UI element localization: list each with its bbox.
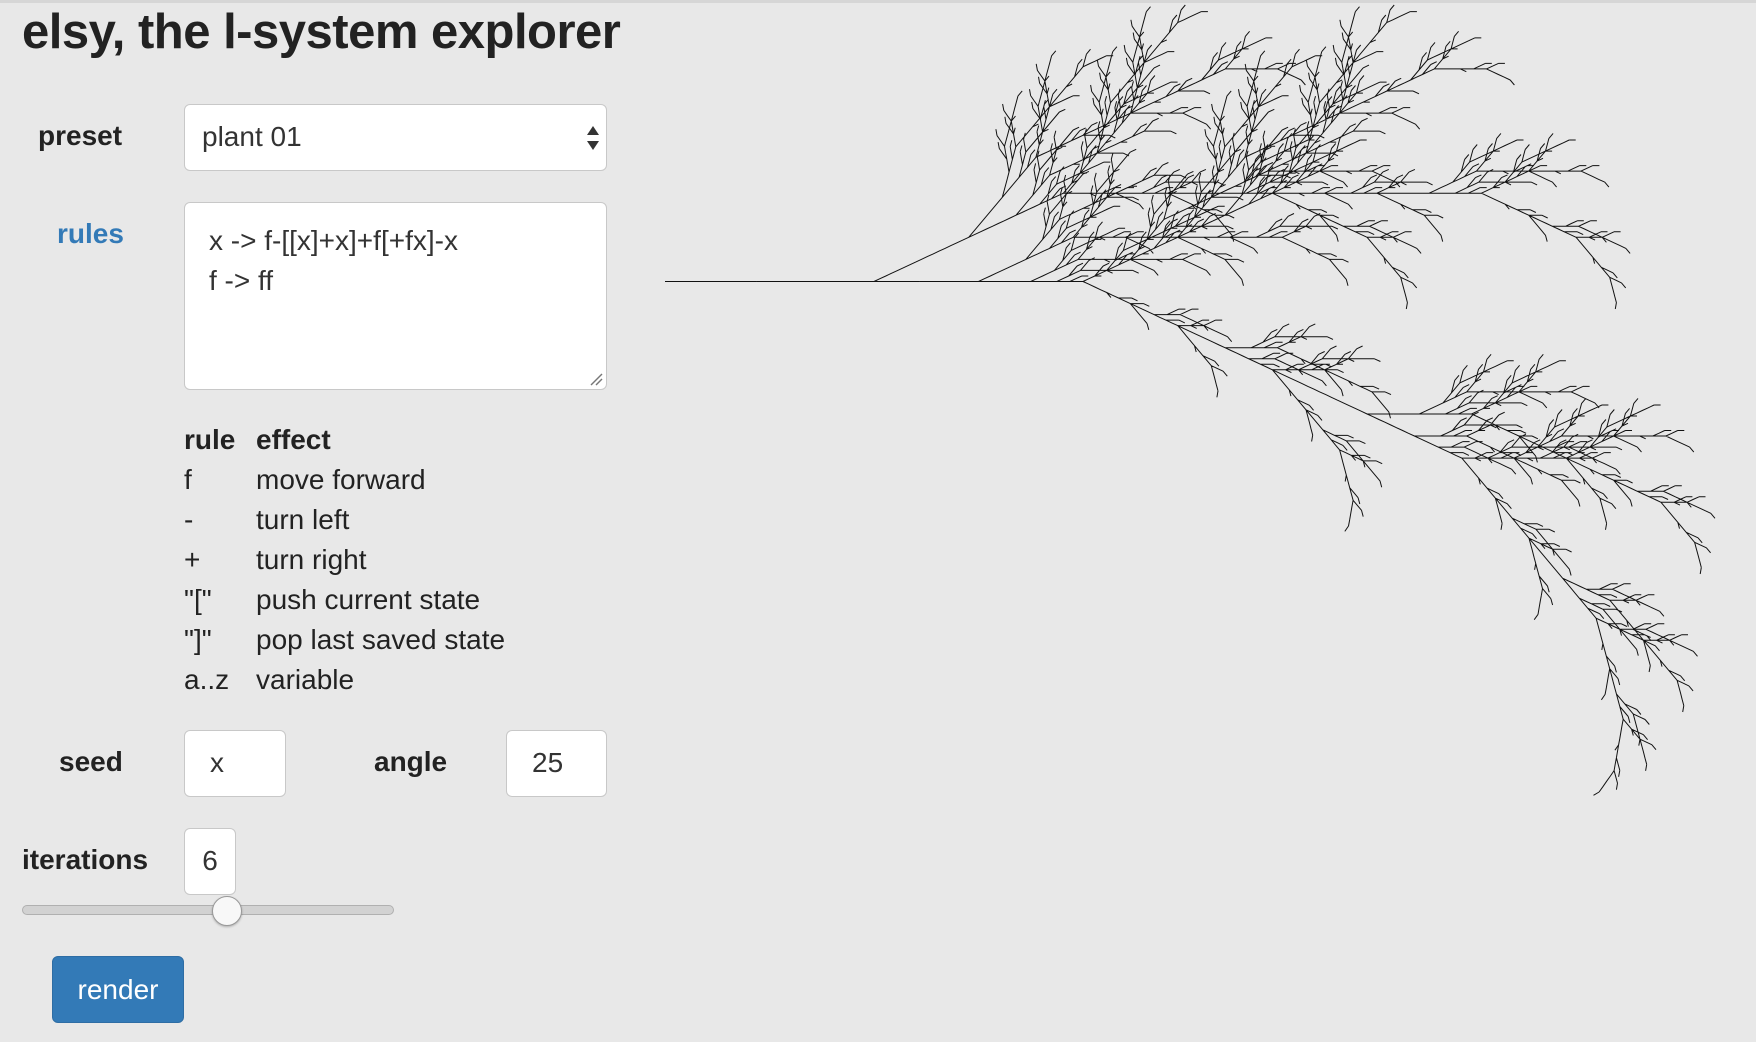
- table-row: + turn right: [184, 540, 505, 580]
- rule-effect: move forward: [256, 464, 426, 495]
- angle-value: 25: [532, 747, 564, 778]
- rule-column-header: rule: [184, 424, 236, 455]
- rule-symbol: a..z: [184, 664, 230, 695]
- lsystem-plant-drawing: [665, 4, 1716, 796]
- effect-column-header: effect: [256, 424, 331, 455]
- angle-label: angle: [374, 746, 448, 777]
- rule-effect: turn right: [256, 544, 367, 575]
- rule-symbol: "[": [184, 584, 212, 615]
- table-row: "[" push current state: [184, 580, 505, 620]
- table-row: f move forward: [184, 460, 505, 500]
- iterations-label: iterations: [22, 844, 149, 875]
- rules-textarea[interactable]: x -> f-[[x]+x]+f[+fx]-x f -> ff: [184, 202, 607, 390]
- lsystem-branches: [665, 4, 1716, 796]
- table-row: "]" pop last saved state: [184, 620, 505, 660]
- seed-value: x: [210, 747, 224, 778]
- lsystem-drawing-canvas: [665, 4, 1716, 796]
- rules-line-2: f -> ff: [209, 265, 274, 296]
- page-title: elsy, the l-system explorer: [22, 5, 621, 59]
- preset-select[interactable]: plant 01: [184, 104, 607, 171]
- rule-effect: turn left: [256, 504, 350, 535]
- rule-effect: variable: [256, 664, 355, 695]
- seed-input[interactable]: x: [184, 730, 286, 797]
- iterations-slider-thumb[interactable]: [211, 896, 242, 926]
- iterations-slider-track[interactable]: [22, 905, 394, 915]
- rule-symbol: +: [184, 544, 201, 575]
- table-row: a..z variable: [184, 660, 505, 700]
- angle-input[interactable]: 25: [506, 730, 607, 797]
- rule-effect: pop last saved state: [256, 624, 506, 655]
- preset-selected-value: plant 01: [202, 121, 302, 152]
- rule-effect: push current state: [256, 584, 481, 615]
- rules-label: rules: [57, 218, 124, 249]
- rule-symbol: -: [184, 504, 194, 535]
- resize-grip-icon[interactable]: [589, 372, 603, 386]
- rule-symbol: f: [184, 464, 192, 495]
- table-header: rule effect: [184, 420, 505, 460]
- select-arrows-icon: [587, 126, 599, 150]
- rules-line-1: x -> f-[[x]+x]+f[+fx]-x: [209, 225, 458, 256]
- render-button[interactable]: render: [52, 956, 184, 1023]
- rule-symbol: "]": [184, 624, 212, 655]
- rule-reference-table: rule effect f move forward - turn left +…: [184, 420, 505, 700]
- seed-label: seed: [59, 746, 123, 777]
- iterations-input[interactable]: 6: [184, 828, 236, 895]
- table-row: - turn left: [184, 500, 505, 540]
- preset-label: preset: [38, 120, 123, 151]
- iterations-value: 6: [202, 845, 218, 876]
